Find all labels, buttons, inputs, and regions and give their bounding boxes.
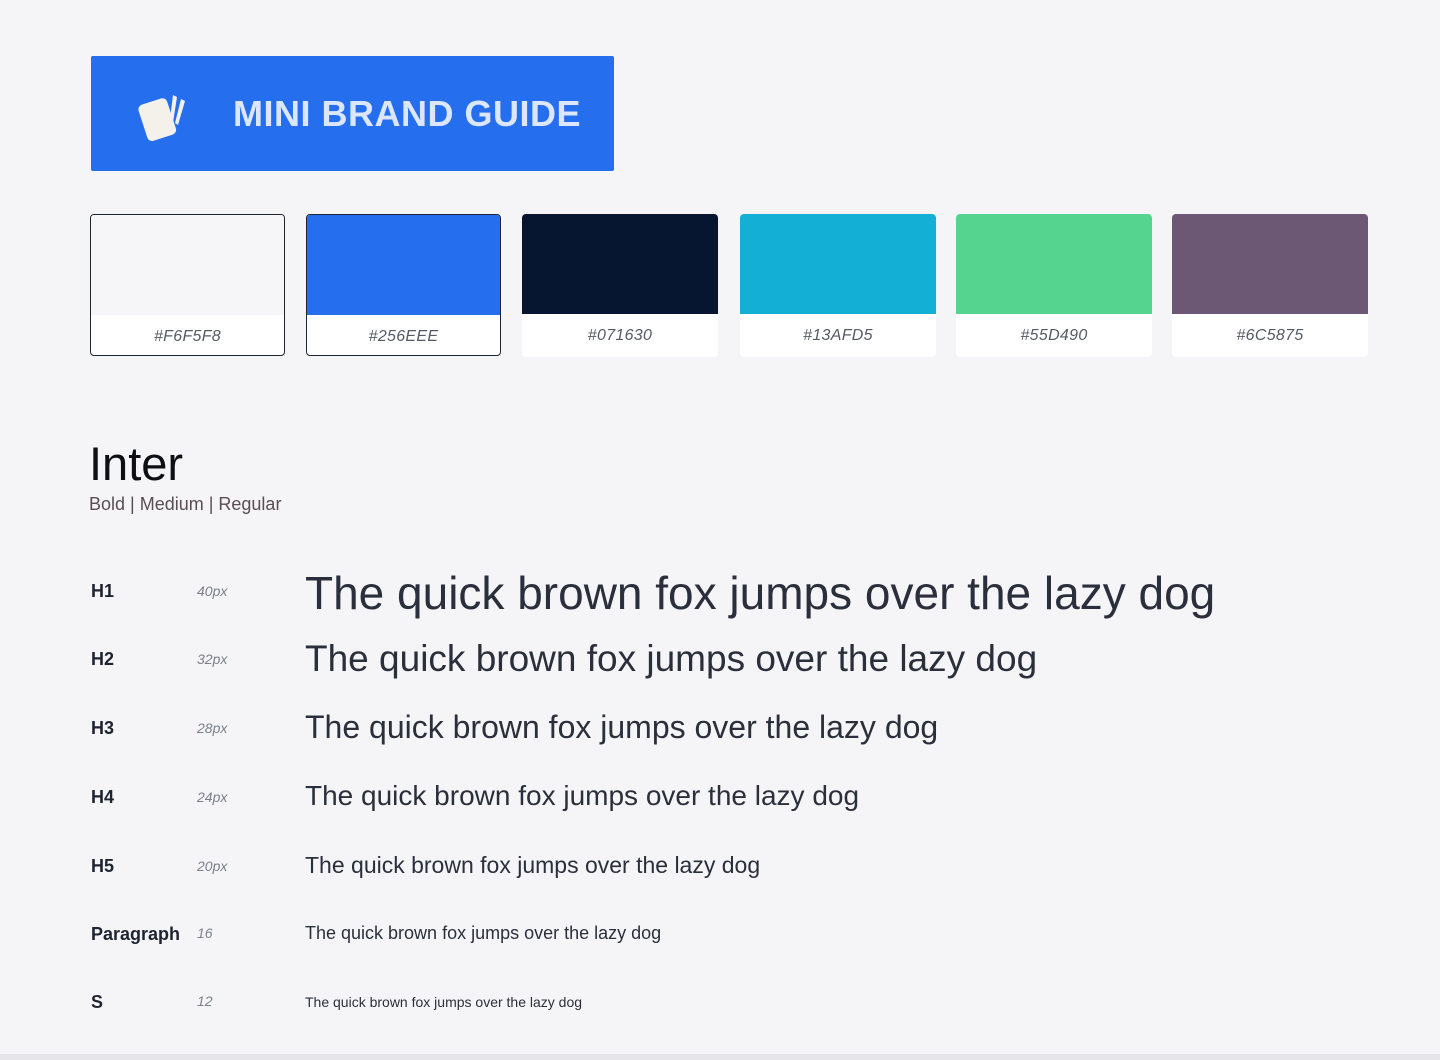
type-style-label: H1 [91, 581, 115, 601]
swatch-hex-label: #13AFD5 [803, 326, 873, 344]
type-style-label: H2 [91, 649, 115, 669]
type-style-label: H5 [91, 856, 115, 876]
swatch-fill [956, 214, 1152, 314]
color-swatch[interactable]: #55D490 [956, 214, 1152, 357]
page-bottom-divider [0, 1054, 1440, 1060]
swatch-fill [307, 215, 500, 315]
type-sample: The quick brown fox jumps over the lazy … [305, 709, 939, 745]
type-size-label: 40px [197, 583, 228, 599]
color-swatch[interactable]: #6C5875 [1172, 214, 1368, 357]
type-size-label: 28px [197, 720, 228, 736]
type-scale-row: Paragraph 16 The quick brown fox jumps o… [91, 912, 1391, 946]
color-swatch[interactable]: #071630 [522, 214, 718, 357]
type-style-label: S [91, 992, 104, 1012]
swatch-hex-label: #F6F5F8 [153, 327, 221, 345]
type-size-label: 16 [197, 925, 213, 941]
swatch-hex-label: #071630 [587, 326, 653, 344]
swatch-fill [91, 215, 284, 315]
type-size-label: 32px [197, 651, 228, 667]
type-style-label: Paragraph [91, 924, 181, 944]
swatch-hex-label: #6C5875 [1236, 326, 1304, 344]
swatch-fill [1172, 214, 1368, 314]
type-sample: The quick brown fox jumps over the lazy … [305, 923, 662, 943]
color-swatch[interactable]: #256EEE [306, 214, 501, 356]
type-size-label: 12 [197, 993, 213, 1009]
type-sample: The quick brown fox jumps over the lazy … [305, 994, 583, 1010]
type-scale-row: H1 40px The quick brown fox jumps over t… [91, 567, 1391, 619]
cards-logo-icon [138, 95, 185, 142]
type-scale-row: H5 20px The quick brown fox jumps over t… [91, 844, 1391, 878]
type-style-label: H3 [91, 718, 115, 738]
color-swatch[interactable]: #13AFD5 [740, 214, 936, 357]
font-family-name: Inter [89, 437, 184, 490]
color-swatch[interactable]: #F6F5F8 [90, 214, 285, 356]
type-size-label: 20px [197, 858, 228, 874]
swatch-fill [740, 214, 936, 314]
type-scale-row: S 12 The quick brown fox jumps over the … [91, 980, 1391, 1014]
type-sample: The quick brown fox jumps over the lazy … [305, 780, 860, 811]
brand-guide-title: MINI BRAND GUIDE [233, 92, 581, 134]
type-scale-row: H4 24px The quick brown fox jumps over t… [91, 775, 1391, 811]
type-style-label: H4 [91, 787, 115, 807]
swatch-hex-label: #55D490 [1020, 326, 1088, 344]
swatch-hex-label: #256EEE [368, 327, 439, 345]
type-sample: The quick brown fox jumps over the lazy … [305, 638, 1038, 679]
type-scale-row: H3 28px The quick brown fox jumps over t… [91, 706, 1391, 746]
type-sample: The quick brown fox jumps over the lazy … [305, 852, 761, 878]
swatch-fill [522, 214, 718, 314]
type-sample: The quick brown fox jumps over the lazy … [305, 567, 1216, 619]
font-weights-list: Bold | Medium | Regular [89, 494, 282, 514]
type-scale-row: H2 32px The quick brown fox jumps over t… [91, 637, 1391, 681]
type-size-label: 24px [197, 789, 228, 805]
